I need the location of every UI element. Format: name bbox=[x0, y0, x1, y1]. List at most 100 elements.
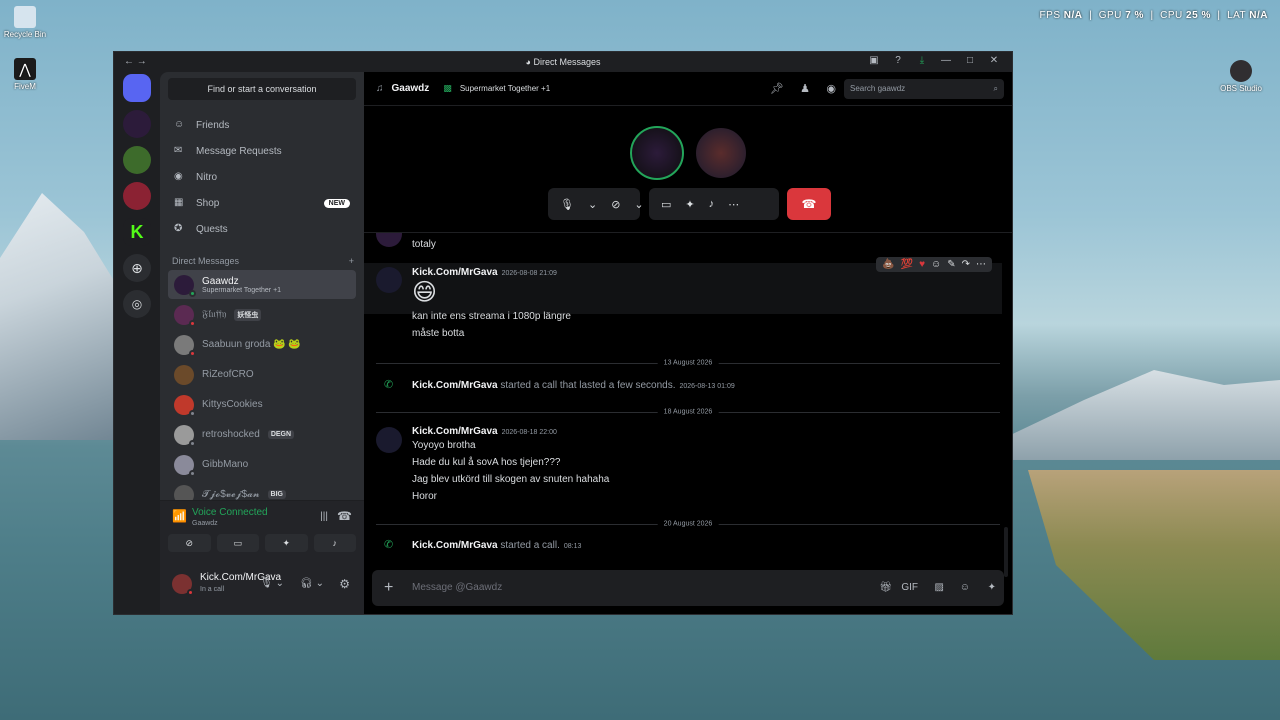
emoji-icon[interactable]: ☺ bbox=[960, 570, 970, 606]
avatar bbox=[174, 274, 196, 297]
avatar bbox=[174, 334, 196, 357]
disconnect-icon[interactable]: ☎ bbox=[337, 509, 352, 523]
quests-icon: ✪ bbox=[174, 223, 183, 234]
close-button[interactable]: ✕ bbox=[982, 55, 1006, 66]
server-icon[interactable] bbox=[123, 110, 151, 138]
call-actions[interactable]: ▭ ✦ ♪ ⋯ bbox=[649, 188, 779, 220]
inbox-icon[interactable]: ▣ bbox=[862, 55, 886, 66]
avatar[interactable] bbox=[376, 267, 402, 293]
kick-server-icon[interactable]: K bbox=[123, 218, 151, 246]
avatar bbox=[174, 304, 196, 327]
screen-share-button[interactable]: ▭ bbox=[216, 534, 259, 552]
pin-icon[interactable]: 📌︎ bbox=[770, 82, 784, 95]
screen-share-icon: ▭ bbox=[661, 198, 672, 211]
participant-avatar[interactable] bbox=[694, 126, 748, 180]
performance-overlay: FPS N/A | GPU 7 % | CPU 25 % | LAT N/A bbox=[1039, 10, 1268, 21]
desktop-icon-recycle-bin[interactable]: Recycle Bin bbox=[0, 6, 53, 39]
microphone-icon[interactable]: 🎙︎ ⌄ bbox=[260, 578, 284, 589]
server-rail: K ⊕ ◎ bbox=[114, 72, 160, 614]
nav-nitro[interactable]: ◉ Nitro bbox=[168, 164, 356, 190]
chevron-down-icon: ⌄ bbox=[587, 198, 598, 211]
call-panel: 🎙︎ ⌄ ⊘ ⌄ ▭ ✦ ♪ ⋯ ☎ bbox=[364, 106, 1012, 233]
message-input[interactable]: + Message @Gaawdz 🎁︎ GIF ▨ ☺ ✦ bbox=[372, 570, 1004, 606]
server-icon[interactable] bbox=[123, 182, 151, 210]
maximize-button[interactable]: □ bbox=[958, 55, 982, 66]
search-input[interactable]: Search gaawdz ⌕ bbox=[844, 79, 1004, 99]
user-profile-icon[interactable]: ◉ bbox=[826, 82, 836, 95]
nav-shop[interactable]: ▦ Shop NEW bbox=[168, 190, 356, 216]
shop-icon: ▦ bbox=[174, 197, 184, 208]
apps-icon[interactable]: ✦ bbox=[988, 570, 996, 606]
video-off-button[interactable]: ⊘ bbox=[168, 534, 211, 552]
dm-item[interactable]: KittysCookies bbox=[168, 390, 356, 419]
voice-connected-panel: 📶 Voice Connected Gaawdz ||| ☎ ⊘ ▭ ✦ ♪ bbox=[160, 500, 364, 558]
participant-avatar[interactable] bbox=[630, 126, 684, 180]
discord-logo-icon: ◕ bbox=[525, 57, 531, 67]
dm-item[interactable]: retroshocked DEGN bbox=[168, 420, 356, 449]
dm-item[interactable]: Gaawdz Supermarket Together +1 bbox=[168, 270, 356, 299]
disconnect-button[interactable]: ☎ bbox=[787, 188, 831, 220]
activities-icon: ✦ bbox=[685, 198, 695, 211]
sticker-icon[interactable]: ▨ bbox=[935, 570, 944, 606]
soundboard-button[interactable]: ♪ bbox=[313, 534, 356, 552]
avatar[interactable] bbox=[376, 427, 402, 453]
discover-icon[interactable]: ◎ bbox=[123, 290, 151, 318]
more-icon: ⋯ bbox=[728, 198, 740, 211]
chevron-down-icon: ⌄ bbox=[634, 198, 644, 211]
search-icon: ⌕ bbox=[993, 84, 998, 93]
activities-button[interactable]: ✦ bbox=[265, 534, 308, 552]
system-message: Kick.Com/MrGava started a call. 08:13 bbox=[412, 540, 582, 551]
add-attachment-icon[interactable]: + bbox=[384, 570, 393, 606]
obs-icon bbox=[1230, 60, 1252, 82]
voice-channel-icon: ♫ bbox=[376, 83, 384, 94]
message-text: totaly bbox=[412, 239, 436, 250]
message: Kick.Com/MrGava 2026-08-08 21:09 😄 kan in… bbox=[412, 267, 571, 339]
system-message: Kick.Com/MrGava started a call that last… bbox=[412, 380, 735, 391]
avatar bbox=[174, 454, 196, 477]
settings-gear-icon[interactable]: ⚙ bbox=[339, 577, 350, 591]
find-conversation-button[interactable]: Find or start a conversation bbox=[168, 78, 356, 100]
scrollbar[interactable] bbox=[1004, 527, 1008, 577]
nav-quests[interactable]: ✪ Quests bbox=[168, 216, 356, 242]
message-list: totaly 💩 💯 ♥ ☺ ✎ ↷ ⋯ Kick.Com/MrGava 2026-08-08… bbox=[364, 233, 1012, 566]
user-panel: Kick.Com/MrGava In a call 🎙︎ ⌄ 🎧︎ ⌄ ⚙ bbox=[160, 558, 364, 614]
dm-header: Direct Messages bbox=[172, 256, 240, 266]
desktop-icon-obs[interactable]: OBS Studio bbox=[1213, 60, 1269, 93]
gift-icon[interactable]: 🎁︎ bbox=[879, 570, 892, 606]
home-button[interactable] bbox=[123, 74, 151, 102]
chat-area: ♫ Gaawdz ▩ Supermarket Together +1 📌︎ ♟ … bbox=[364, 72, 1012, 614]
avatar bbox=[174, 394, 196, 417]
dm-item[interactable]: GibbMano bbox=[168, 450, 356, 479]
server-icon[interactable] bbox=[123, 146, 151, 174]
signal-icon: 📶 bbox=[172, 509, 187, 523]
add-friends-icon[interactable]: ♟ bbox=[800, 82, 810, 95]
download-icon[interactable]: ⤓ bbox=[910, 55, 934, 66]
dm-item[interactable]: RiZeofCRO bbox=[168, 360, 356, 389]
minimize-button[interactable]: — bbox=[934, 55, 958, 66]
mountain-right bbox=[1000, 370, 1280, 460]
video-off-icon: ⊘ bbox=[611, 198, 621, 211]
dm-item[interactable]: Saabuun groda 🐸 🐸 bbox=[168, 330, 356, 359]
nitro-icon: ◉ bbox=[174, 171, 183, 182]
avatar bbox=[376, 233, 402, 247]
soundboard-icon: ♪ bbox=[708, 198, 715, 210]
mail-icon: ✉ bbox=[174, 145, 183, 156]
avatar[interactable] bbox=[172, 574, 194, 596]
new-badge: NEW bbox=[323, 198, 350, 208]
noise-suppression-icon[interactable]: ||| bbox=[320, 511, 328, 522]
create-dm-button[interactable]: + bbox=[349, 256, 354, 266]
add-server-icon[interactable]: ⊕ bbox=[123, 254, 151, 282]
nav-friends[interactable]: ☺ Friends bbox=[168, 112, 356, 138]
headphones-icon[interactable]: 🎧︎ ⌄ bbox=[300, 578, 324, 589]
desktop-icon-fivem[interactable]: ⋀ FiveM bbox=[0, 58, 53, 91]
dm-item[interactable]: 𝔉𝔩𝔲𝔣𝔣𝔶 妖怪虫 bbox=[168, 300, 356, 329]
discord-window: ← → ◕ Direct Messages ▣ ? ⤓ — □ ✕ K ⊕ ◎ … bbox=[113, 51, 1013, 615]
gif-icon[interactable]: GIF bbox=[901, 570, 918, 606]
phone-icon: ✆ bbox=[384, 379, 394, 391]
grass-field bbox=[1028, 470, 1280, 660]
mic-video-controls[interactable]: 🎙︎ ⌄ ⊘ ⌄ bbox=[548, 188, 644, 220]
microphone-icon: 🎙︎ bbox=[560, 198, 574, 211]
nav-message-requests[interactable]: ✉ Message Requests bbox=[168, 138, 356, 164]
message: Kick.Com/MrGava 2026-08-18 22:00 Yoyoyo b… bbox=[412, 426, 610, 502]
help-icon[interactable]: ? bbox=[886, 55, 910, 66]
